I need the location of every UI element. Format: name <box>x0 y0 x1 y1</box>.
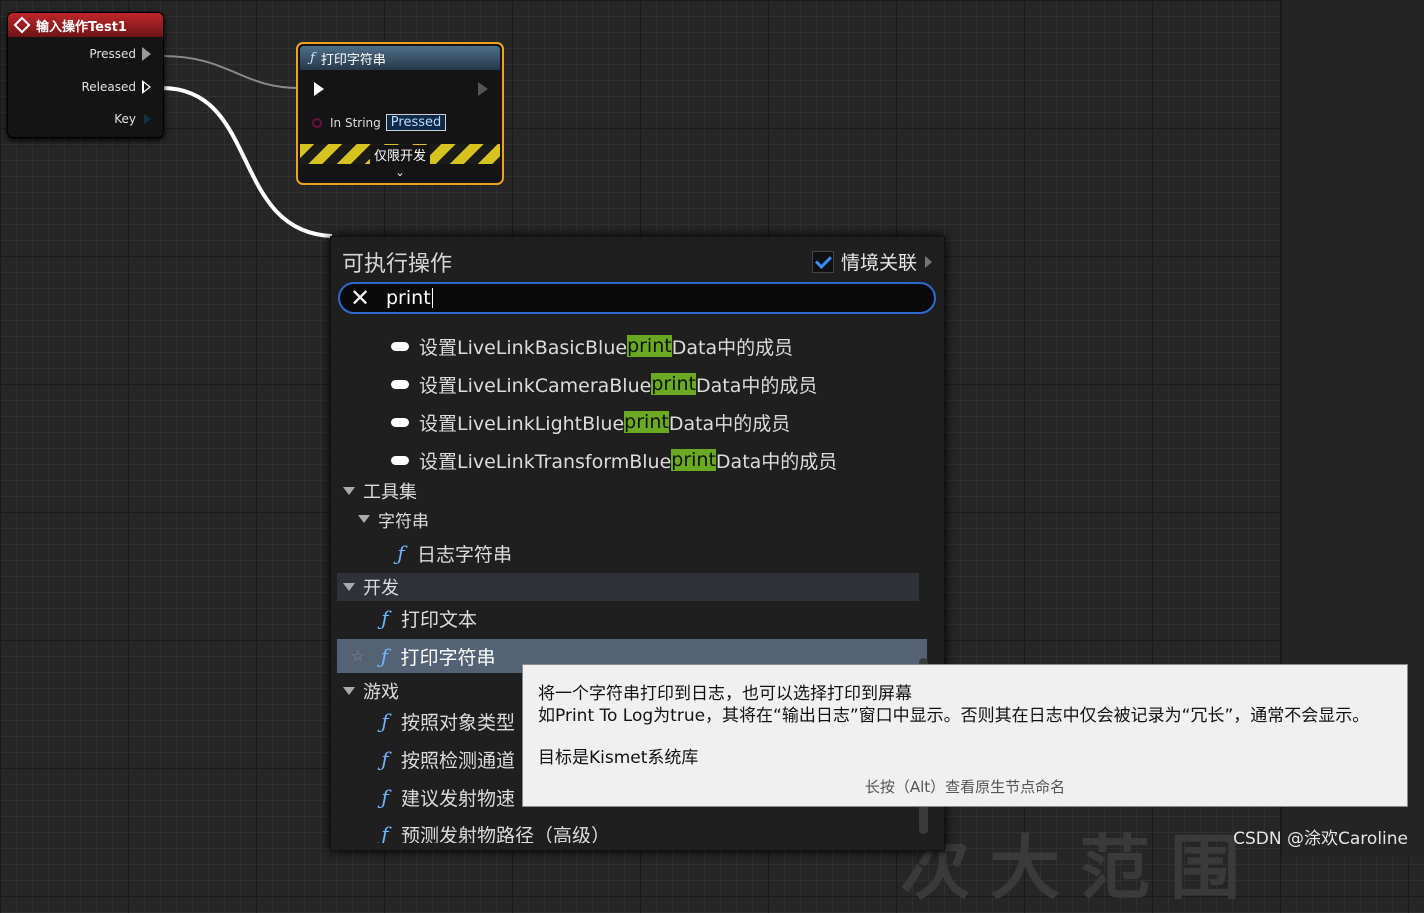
item-text: 设置LiveLinkLightBlue <box>419 412 625 435</box>
list-item[interactable]: 设置LiveLinkCameraBlue print Data中的成员 <box>337 367 937 401</box>
category-label: 开发 <box>363 578 399 599</box>
item-text: 设置LiveLinkTransformBlue <box>419 450 672 473</box>
list-item[interactable]: 设置LiveLinkLightBlue print Data中的成员 <box>337 405 937 439</box>
item-text: 按照检测通道 <box>401 749 516 772</box>
item-text: Data中的成员 <box>671 336 794 359</box>
input-node-title: 输入操作Test1 <box>36 19 127 35</box>
category-development[interactable]: 开发 <box>337 573 919 601</box>
in-string-value-input[interactable]: Pressed <box>385 114 447 131</box>
function-icon: ƒ <box>381 709 389 733</box>
expand-triangle-icon[interactable] <box>343 687 355 695</box>
print-node-header[interactable]: ƒ 打印字符串 <box>300 46 500 70</box>
context-sensitive-toggle[interactable]: 情境关联 <box>811 248 932 275</box>
expand-triangle-icon[interactable] <box>343 583 355 591</box>
list-item[interactable]: 设置LiveLinkTransformBlue print Data中的成员 <box>337 443 937 477</box>
function-icon: ƒ <box>381 785 389 809</box>
function-icon: ƒ <box>381 606 389 630</box>
match-highlight: print <box>627 335 672 357</box>
item-text: 设置LiveLinkCameraBlue <box>419 374 652 397</box>
menu-title: 可执行操作 <box>342 252 453 277</box>
expand-chevron-icon[interactable]: ⌄ <box>298 166 502 179</box>
input-node-header[interactable]: 输入操作Test1 <box>8 13 163 37</box>
development-only-banner: 仅限开发 <box>300 144 500 164</box>
favorite-star-icon[interactable]: ☆ <box>351 647 364 665</box>
item-text: 建议发射物速 <box>401 787 516 810</box>
category-toolset[interactable]: 工具集 <box>337 477 919 505</box>
function-icon: ƒ <box>380 644 389 668</box>
item-text: 预测发射物路径（高级） <box>401 824 611 844</box>
category-label: 工具集 <box>363 482 417 503</box>
expand-triangle-icon[interactable] <box>358 515 370 523</box>
tooltip-detail: 如Print To Log为true，其将在“输出日志”窗口中显示。否则其在日志… <box>538 706 1370 726</box>
subcategory-string[interactable]: 字符串 <box>337 505 934 533</box>
list-item[interactable]: ƒ 打印文本 <box>337 601 937 635</box>
pin-label: Released <box>81 80 136 94</box>
context-label: 情境关联 <box>840 252 917 274</box>
key-pin-icon[interactable] <box>144 114 151 124</box>
search-box[interactable]: ✕ print <box>338 282 936 314</box>
list-item[interactable]: 设置LiveLinkBasicBlue print Data中的成员 <box>337 329 937 363</box>
item-text: 设置LiveLinkBasicBlue <box>419 336 628 359</box>
item-text: 打印文本 <box>401 608 478 631</box>
exec-in-pin-icon[interactable] <box>314 82 324 96</box>
checkbox-checked-icon[interactable] <box>811 250 834 273</box>
dev-only-label: 仅限开发 <box>369 144 430 164</box>
pin-key[interactable]: Key <box>114 112 151 126</box>
variable-pill-icon <box>391 379 409 389</box>
search-input[interactable]: print <box>386 287 431 309</box>
clear-search-icon[interactable]: ✕ <box>340 284 380 312</box>
item-text: Data中的成员 <box>695 374 818 397</box>
function-icon: ƒ <box>397 541 405 565</box>
item-text: 按照对象类型 <box>401 711 516 734</box>
list-item[interactable]: ƒ 预测发射物路径（高级） <box>337 817 937 843</box>
function-tooltip: 将一个字符串打印到日志，也可以选择打印到屏幕 如Print To Log为tru… <box>522 664 1408 807</box>
print-string-node[interactable]: ƒ 打印字符串 In String Pressed 仅限开发 ⌄ <box>296 42 504 185</box>
match-highlight: print <box>651 373 696 395</box>
pin-label: Key <box>114 112 136 126</box>
category-label: 游戏 <box>363 682 399 703</box>
tooltip-hint: 长按（Alt）查看原生节点命名 <box>864 778 1066 796</box>
watermark: CSDN @涂欢Caroline <box>1233 829 1408 849</box>
pin-released[interactable]: Released <box>81 80 151 94</box>
function-icon: ƒ <box>381 747 389 771</box>
variable-pill-icon <box>391 341 409 351</box>
print-node-title: 打印字符串 <box>320 52 386 68</box>
in-string-pin[interactable]: In String Pressed <box>312 114 447 131</box>
category-label: 字符串 <box>378 511 429 532</box>
item-text: 打印字符串 <box>400 646 496 669</box>
expand-triangle-icon[interactable] <box>343 487 355 495</box>
exec-pin-icon[interactable] <box>142 47 151 61</box>
exec-pin-icon[interactable] <box>142 80 151 94</box>
text-caret <box>431 288 434 308</box>
in-string-label: In String <box>330 115 381 130</box>
tooltip-target: 目标是Kismet系统库 <box>538 748 699 768</box>
match-highlight: print <box>624 411 669 433</box>
variable-pill-icon <box>391 455 409 465</box>
item-text: Data中的成员 <box>715 450 838 473</box>
chevron-right-icon[interactable] <box>925 255 932 268</box>
pin-pressed[interactable]: Pressed <box>89 47 151 61</box>
function-icon: ƒ <box>381 822 389 843</box>
item-text: Data中的成员 <box>668 412 791 435</box>
function-icon: ƒ <box>310 50 315 66</box>
exec-wire-pressed <box>161 55 301 89</box>
pin-label: Pressed <box>89 47 136 61</box>
match-highlight: print <box>671 449 716 471</box>
string-pin-icon[interactable] <box>312 117 322 128</box>
exec-out-pin-icon[interactable] <box>478 82 488 96</box>
variable-pill-icon <box>391 417 409 427</box>
event-diamond-icon <box>13 16 31 34</box>
list-item[interactable]: ƒ 日志字符串 <box>337 536 937 570</box>
input-action-node[interactable]: 输入操作Test1 Pressed Released Key <box>7 12 164 138</box>
item-text: 日志字符串 <box>417 543 513 566</box>
